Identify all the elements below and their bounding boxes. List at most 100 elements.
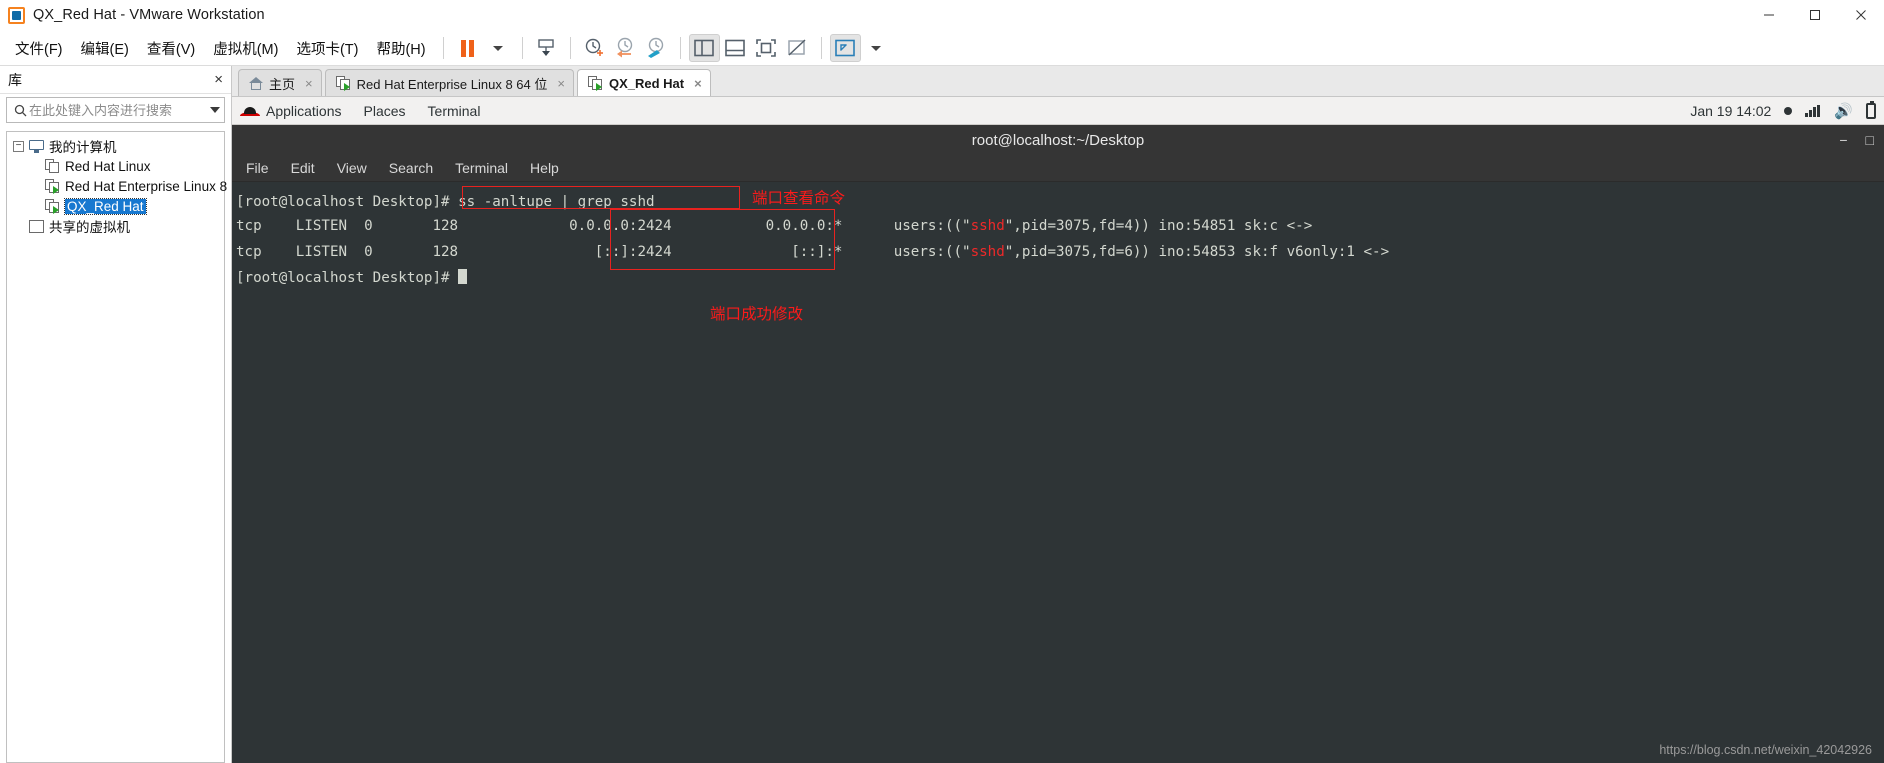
panel-bottom-icon: [725, 39, 745, 57]
terminal-menu-view[interactable]: View: [337, 160, 367, 176]
clock-back-icon: [617, 37, 633, 58]
snapshot-revert-button[interactable]: [610, 34, 641, 62]
terminal-text: tcp LISTEN 0 128 0.0.0.0:2424 0.0.0.0:* …: [236, 218, 971, 234]
tree-item-rhel8[interactable]: Red Hat Enterprise Linux 8: [7, 176, 228, 196]
fullscreen-button[interactable]: [751, 34, 782, 62]
window-titlebar: QX_Red Hat - VMware Workstation: [0, 0, 1884, 31]
tree-item-my-computer[interactable]: − 我的计算机: [7, 136, 224, 156]
menu-view[interactable]: 查看(V): [138, 34, 204, 63]
pause-dropdown[interactable]: [483, 34, 514, 62]
tab-close-icon[interactable]: ×: [305, 76, 313, 91]
power-icon[interactable]: [1866, 100, 1876, 119]
terminal-titlebar: root@localhost:~/Desktop − □: [232, 125, 1884, 155]
vm-icon: [45, 159, 60, 173]
search-dropdown-icon[interactable]: [210, 107, 220, 113]
vm-running-icon: [587, 76, 603, 91]
volume-icon[interactable]: 🔊: [1834, 102, 1853, 120]
send-ctrl-alt-del-button[interactable]: [531, 34, 562, 62]
vm-running-icon: [45, 199, 60, 214]
close-icon[interactable]: [1838, 0, 1884, 31]
vm-pane: 主页 × Red Hat Enterprise Linux 8 64 位 × Q…: [232, 66, 1884, 763]
vm-running-icon: [45, 179, 60, 194]
search-icon: [11, 104, 29, 117]
watermark: https://blog.csdn.net/weixin_42042926: [1659, 743, 1872, 757]
terminal-menubar: File Edit View Search Terminal Help: [232, 155, 1884, 182]
terminal-text: ss -anltupe | grep sshd: [458, 194, 655, 210]
vm-tabbar: 主页 × Red Hat Enterprise Linux 8 64 位 × Q…: [232, 66, 1884, 97]
guest-desktop: root@localhost:~/Desktop − □ File Edit V…: [232, 125, 1884, 763]
maximize-icon[interactable]: [1792, 0, 1838, 31]
menu-help[interactable]: 帮助(H): [367, 34, 434, 63]
terminal-text: [root@localhost Desktop]#: [236, 194, 459, 210]
terminal-text: [root@localhost Desktop]#: [236, 270, 459, 286]
home-icon: [249, 76, 263, 90]
tree-item-shared-vms[interactable]: 共享的虚拟机: [7, 216, 224, 236]
redhat-icon: [240, 104, 260, 118]
menu-edit[interactable]: 编辑(E): [72, 34, 138, 63]
toolbar-separator: [521, 37, 523, 59]
terminal-menu-file[interactable]: File: [246, 160, 269, 176]
clock-wrench-icon: [648, 37, 664, 58]
tab-close-icon[interactable]: ×: [557, 76, 565, 91]
terminal-menu-help[interactable]: Help: [530, 160, 559, 176]
tree-item-red-hat-linux[interactable]: Red Hat Linux: [7, 156, 224, 176]
unity-mode-button[interactable]: [782, 34, 813, 62]
tree-item-label: Red Hat Enterprise Linux 8: [65, 178, 228, 194]
terminal-output[interactable]: [root@localhost Desktop]# ss -anltupe | …: [232, 182, 1884, 763]
tab-label: QX_Red Hat: [608, 75, 685, 91]
library-header: 库 ×: [0, 66, 231, 94]
terminal-lines: [root@localhost Desktop]# ss -anltupe | …: [236, 190, 1884, 290]
show-thumbnail-bar-button[interactable]: [720, 34, 751, 62]
tab-close-icon[interactable]: ×: [694, 76, 702, 91]
terminal-maximize-icon[interactable]: □: [1866, 132, 1874, 148]
menu-vm[interactable]: 虚拟机(M): [204, 34, 287, 63]
snapshot-take-button[interactable]: [579, 34, 610, 62]
terminal-menu-terminal[interactable]: Terminal: [455, 160, 508, 176]
window-controls: [1746, 0, 1884, 31]
terminal-text-highlight: sshd: [970, 244, 1005, 260]
gnome-status-area: Jan 19 14:02 🔊: [1690, 100, 1876, 120]
toolbar-separator: [569, 37, 571, 59]
fit-guest-button[interactable]: [829, 34, 861, 62]
main-menubar: 文件(F) 编辑(E) 查看(V) 虚拟机(M) 选项卡(T) 帮助(H): [0, 31, 1884, 66]
panel-left-icon: [694, 39, 714, 57]
terminal-menu-edit[interactable]: Edit: [291, 160, 315, 176]
folder-icon: [29, 219, 44, 233]
expand-arrows-icon: [835, 39, 855, 57]
gnome-menu-places[interactable]: Places: [364, 103, 406, 119]
tab-qx-red-hat[interactable]: QX_Red Hat ×: [576, 69, 711, 96]
tree-item-label: QX_Red Hat: [64, 197, 147, 215]
clock-plus-icon: [585, 38, 604, 56]
expander-icon[interactable]: −: [13, 140, 24, 152]
terminal-menu-search[interactable]: Search: [389, 160, 433, 176]
library-search-row[interactable]: [6, 97, 225, 123]
terminal-window-buttons: − □: [1839, 125, 1874, 155]
terminal-minimize-icon[interactable]: −: [1839, 132, 1847, 148]
search-input[interactable]: [29, 102, 206, 118]
chevron-down-icon: [493, 45, 504, 51]
tab-rhel8[interactable]: Red Hat Enterprise Linux 8 64 位 ×: [324, 69, 574, 96]
unity-icon: [788, 39, 806, 56]
library-close-icon[interactable]: ×: [214, 72, 223, 87]
tab-label: 主页: [269, 76, 296, 92]
vmware-logo-icon: [8, 6, 25, 24]
terminal-line-out1: tcp LISTEN 0 128 0.0.0.0:2424 0.0.0.0:* …: [236, 214, 1884, 240]
tree-item-label: 我的计算机: [49, 140, 117, 155]
show-library-button[interactable]: [688, 34, 720, 62]
terminal-title: root@localhost:~/Desktop: [971, 131, 1145, 149]
monitor-icon: [29, 139, 44, 153]
menu-tabs[interactable]: 选项卡(T): [287, 34, 367, 63]
network-icon[interactable]: [1805, 104, 1821, 117]
gnome-menu-terminal[interactable]: Terminal: [428, 103, 481, 119]
gnome-menu-applications[interactable]: Applications: [266, 103, 342, 119]
fit-dropdown[interactable]: [861, 34, 892, 62]
snapshot-manager-button[interactable]: [641, 34, 672, 62]
pause-button[interactable]: [452, 34, 483, 62]
tab-home[interactable]: 主页 ×: [238, 69, 322, 96]
annotation-command-note: 端口查看命令: [752, 189, 846, 207]
minimize-icon[interactable]: [1746, 0, 1792, 31]
gnome-clock[interactable]: Jan 19 14:02: [1690, 103, 1771, 119]
tree-item-qx-red-hat[interactable]: QX_Red Hat: [7, 196, 224, 216]
menu-file[interactable]: 文件(F): [6, 34, 72, 63]
annotation-port-changed-note: 端口成功修改: [710, 305, 804, 323]
